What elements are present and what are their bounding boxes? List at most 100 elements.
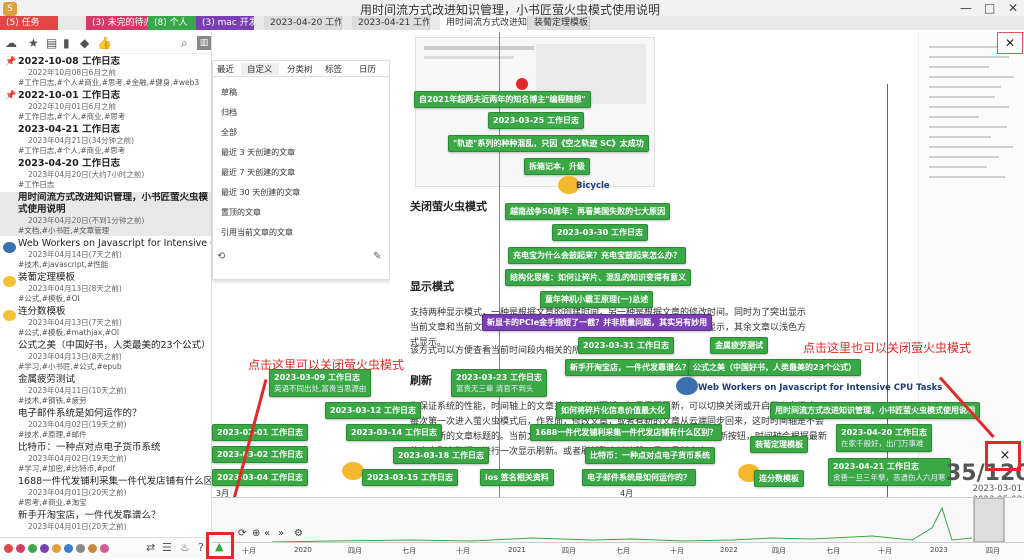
- book-icon[interactable]: ▮: [63, 36, 70, 50]
- timeline-label[interactable]: Web Workers on Javascript for Intensive …: [698, 383, 942, 393]
- sort-icon[interactable]: ⇄: [146, 541, 155, 554]
- firefly-toggle-icon[interactable]: ▲: [215, 540, 223, 553]
- timeline-card[interactable]: 2023-03-30 工作日志: [552, 224, 648, 241]
- layout-icon[interactable]: ▥: [197, 36, 211, 50]
- tab-category-tree[interactable]: 分类树: [287, 63, 313, 75]
- timeline-card[interactable]: 2023-03-31 工作日志: [578, 337, 674, 354]
- timeline-scrubber[interactable]: ⟳ ⊕ « » ⚙ 十月 2020 四月 七月 十月 2021 四月 七月 十月…: [212, 497, 1024, 560]
- close-icon[interactable]: ✕: [997, 32, 1023, 54]
- list-item[interactable]: 装葡定理模板 2023年04月13日(8天之前) #公式,#模板,#OI: [0, 272, 211, 304]
- timeline-card[interactable]: 2023-04-21 工作日志 贪善一旦三年孽，恶遗伤人六月寒: [828, 458, 951, 486]
- timeline-card[interactable]: 2023-03-15 工作日志: [362, 469, 458, 486]
- tab-template[interactable]: 装葡定理模板: [528, 16, 590, 30]
- list-item[interactable]: 比特币：一种点对点电子货币系统 2023年04月02日(19天之前) #学习,#…: [0, 442, 211, 474]
- close-window-button[interactable]: ✕: [1008, 1, 1018, 15]
- outline-minimap[interactable]: [918, 32, 1024, 462]
- timeline-card[interactable]: 自2021年起两夫近两年的知名博主"编程随想": [414, 91, 591, 108]
- timeline-card[interactable]: 充电宝为什么会鼓起来？充电宝鼓起来怎么办？: [508, 247, 686, 264]
- list-item[interactable]: 金属疲劳测试 2023年04月11日(10天之前) #技术,#钢铁,#疲劳: [0, 374, 211, 406]
- timeline-card[interactable]: 2023-03-18 工作日志: [393, 447, 489, 464]
- menu-item-recent-3[interactable]: 最近 3 天创建的文章: [221, 147, 295, 158]
- tab-recent[interactable]: 最近: [217, 63, 234, 75]
- timeline-card[interactable]: 2023-03-23 工作日志 富贵无三辈 清官不到头: [451, 369, 547, 397]
- timeline-card[interactable]: 2023-03-04 工作日志: [212, 469, 308, 486]
- timeline-card[interactable]: 连分数模板: [754, 470, 804, 487]
- folder-icon[interactable]: ▤: [46, 36, 57, 50]
- timeline-card[interactable]: 越南战争50周年：再看美国失败的七大原因: [505, 203, 671, 220]
- menu-item-referencing[interactable]: 引用当前文章的文章: [221, 227, 293, 238]
- menu-item-recent-30[interactable]: 最近 30 天创建的文章: [221, 187, 300, 198]
- help-icon[interactable]: ?: [198, 541, 204, 554]
- timeline-card[interactable]: 如何将碎片化信息价值最大化: [556, 402, 670, 419]
- timeline-card[interactable]: 新手开淘宝店，一件代发靠谱么？: [565, 359, 695, 376]
- timeline-card[interactable]: 2023-03-25 工作日志: [488, 112, 584, 129]
- menu-item-drafts[interactable]: 草稿: [221, 87, 237, 98]
- timeline-card[interactable]: 用时间流方式改进知识管理，小书匠萤火虫模式使用说明: [770, 402, 980, 419]
- star-icon[interactable]: ★: [28, 36, 39, 50]
- refresh-icon[interactable]: ⟲: [217, 251, 225, 262]
- color-dot[interactable]: [4, 544, 13, 553]
- menu-item-archive[interactable]: 归档: [221, 107, 237, 118]
- cloud-icon[interactable]: ☁: [5, 36, 17, 50]
- color-dot[interactable]: [40, 544, 49, 553]
- like-icon[interactable]: 👍: [97, 36, 112, 50]
- color-dot[interactable]: [64, 544, 73, 553]
- timeline-card[interactable]: ios 签名相关资料: [480, 469, 554, 486]
- tab-calendar[interactable]: 日历: [359, 63, 376, 75]
- tab-personal[interactable]: (8) 个人: [148, 16, 196, 30]
- timeline-card[interactable]: 2023-02-01 工作日志: [212, 424, 308, 441]
- list-item[interactable]: 连分数模板 2023年04月13日(7天之前) #公式,#模板,#mathjax…: [0, 306, 211, 338]
- color-dot[interactable]: [52, 544, 61, 553]
- tab-custom[interactable]: 自定义: [241, 63, 279, 75]
- color-dot[interactable]: [100, 544, 109, 553]
- tab-worklog-0420[interactable]: 2023-04-20 工作日志: [264, 16, 342, 30]
- color-dot[interactable]: [28, 544, 37, 553]
- timeline-card[interactable]: 2023-03-14 工作日志: [346, 424, 442, 441]
- timeline-card[interactable]: 2023-04-20 工作日志 在家千般好，出门万事难: [836, 424, 932, 452]
- list-item[interactable]: 公式之美（中国好书，人类最美的23个公式） 2023年04月13日(8天之前) …: [0, 340, 211, 372]
- list-item-selected[interactable]: 用时间流方式改进知识管理，小书匠萤火虫模式使用说明 2023年04月20日(不到…: [0, 192, 211, 236]
- list-item[interactable]: 2023-04-21 工作日志 2023年04月21日(34分钟之前) #工作日…: [0, 124, 211, 156]
- color-dot[interactable]: [76, 544, 85, 553]
- list-item[interactable]: Web Workers on Javascript for Intensive …: [0, 238, 211, 270]
- color-dot[interactable]: [88, 544, 97, 553]
- timeline-card[interactable]: 童年神机小霸王原理(一)总述: [540, 291, 654, 308]
- list-item[interactable]: 📌 2022-10-01 工作日志 2022年10月01日6月之前 #工作日志,…: [0, 90, 211, 122]
- maximize-button[interactable]: □: [984, 1, 995, 15]
- tab-worklog-0421[interactable]: 2023-04-21 工作日志: [352, 16, 430, 30]
- timeline-card[interactable]: 公式之美（中国好书，人类最美的23个公式）: [688, 359, 862, 376]
- color-dot[interactable]: [16, 544, 25, 553]
- timeline-card[interactable]: 比特币：一种点对点电子货币系统: [585, 447, 715, 464]
- list-item[interactable]: 2023-04-20 工作日志 2023年04月20日(大约7小时之前) #工作…: [0, 158, 211, 190]
- list-item[interactable]: 电子邮件系统是如何运作的？ 2023年04月02日(19天之前) #技术,#原理…: [0, 408, 211, 440]
- close-firefly-mode-button[interactable]: ×: [996, 449, 1014, 465]
- fire-icon[interactable]: ♨: [180, 541, 190, 554]
- timeline-card[interactable]: 电子邮件系统是如何运作的？: [582, 469, 696, 486]
- timeline-label[interactable]: Bicycle: [576, 181, 610, 191]
- menu-item-all[interactable]: 全部: [221, 127, 237, 138]
- timeline-card[interactable]: 装葡定理模板: [750, 436, 808, 453]
- timeline-card[interactable]: 1688一件代发铺利采集一件代发店铺有什么区别？: [530, 424, 723, 441]
- tab-mac-dev[interactable]: (3) mac 开发: [196, 16, 254, 30]
- edit-icon[interactable]: ✎: [373, 251, 381, 262]
- tab-tasks[interactable]: (5) 任务: [0, 16, 58, 30]
- search-icon[interactable]: ⌕: [181, 36, 188, 51]
- list-view-icon[interactable]: ☰: [162, 541, 172, 554]
- timeline-card[interactable]: 2023-03-09 工作日志 英语不同出处,富贵当思源由: [269, 369, 372, 397]
- menu-item-pinned[interactable]: 置顶的文章: [221, 207, 261, 218]
- timeline-card[interactable]: 2023-03-02 工作日志: [212, 446, 308, 463]
- timeline-card[interactable]: 拆箱记本，升级: [524, 158, 590, 175]
- tag-icon[interactable]: ◆: [80, 36, 89, 50]
- timeline-card[interactable]: 新显卡的PCIe金手指短了一截？并非质量问题，其实另有妙用: [482, 314, 713, 331]
- list-item[interactable]: 1688一件代发铺利采集一件代发店铺有什么区别？ 2023年04月01日(20天…: [0, 476, 211, 508]
- tab-current-article[interactable]: 用时间流方式改进知识管理: [440, 16, 528, 30]
- tab-tags[interactable]: 标签: [325, 63, 342, 75]
- timeline-card[interactable]: 金属疲劳测试: [710, 337, 768, 354]
- list-item[interactable]: 📌 2022-10-08 工作日志 2022年10月08日6月之前 #工作日志,…: [0, 56, 211, 88]
- minimize-button[interactable]: —: [960, 1, 972, 15]
- tab-todo[interactable]: (3) 未完的待办: [86, 16, 148, 30]
- timeline-card[interactable]: 结构化思维：如何让碎片、混乱的知识变得有意义: [505, 269, 691, 286]
- menu-item-recent-7[interactable]: 最近 7 天创建的文章: [221, 167, 295, 178]
- list-item[interactable]: 新手开淘宝店，一件代发靠谱么？ 2023年04月01日(20天之前): [0, 510, 211, 537]
- timeline-card[interactable]: 2023-03-12 工作日志: [325, 402, 421, 419]
